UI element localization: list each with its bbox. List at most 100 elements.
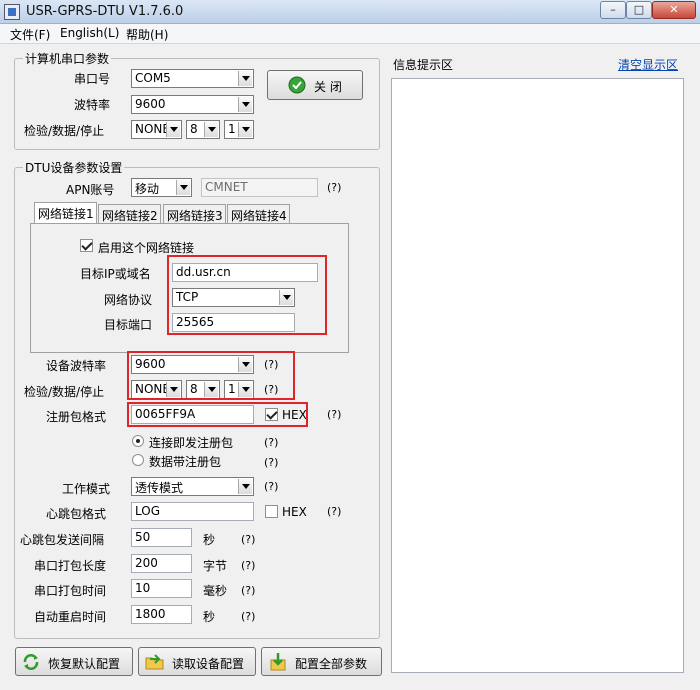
target-port-label: 目标端口 bbox=[104, 318, 153, 332]
baud-rate-select[interactable]: 9600 bbox=[131, 95, 254, 114]
chevron-down-icon bbox=[238, 122, 252, 137]
apn-help[interactable]: (?) bbox=[327, 181, 341, 194]
work-mode-value: 透传模式 bbox=[135, 481, 184, 495]
read-config-button[interactable]: 读取设备配置 bbox=[138, 647, 256, 676]
apn-value: 移动 bbox=[135, 182, 160, 196]
chevron-down-icon bbox=[204, 122, 218, 137]
serial-stopbits-value: 1 bbox=[228, 122, 236, 136]
check-circle-icon bbox=[288, 76, 306, 94]
pack-time-help[interactable]: (?) bbox=[241, 584, 255, 597]
apply-all-label: 配置全部参数 bbox=[295, 657, 368, 671]
device-check-label: 检验/数据/停止 bbox=[24, 385, 105, 399]
serial-port-select[interactable]: COM5 bbox=[131, 69, 254, 88]
tab-link-3[interactable]: 网络链接3 bbox=[163, 204, 226, 224]
register-pkg-label: 注册包格式 bbox=[46, 410, 107, 424]
menu-file[interactable]: 文件(F) bbox=[10, 26, 50, 43]
chevron-down-icon bbox=[176, 180, 190, 195]
title-bar: USR-GPRS-DTU V1.7.6.0 – □ ✕ bbox=[0, 0, 700, 24]
minimize-button[interactable]: – bbox=[600, 1, 626, 19]
apply-all-button[interactable]: 配置全部参数 bbox=[261, 647, 382, 676]
pack-length-unit: 字节 bbox=[203, 559, 228, 573]
restart-time-help[interactable]: (?) bbox=[241, 610, 255, 623]
chevron-down-icon bbox=[238, 97, 252, 112]
refresh-icon bbox=[23, 654, 39, 670]
tab-link-2[interactable]: 网络链接2 bbox=[98, 204, 161, 224]
highlight-box-device bbox=[127, 351, 295, 400]
dtu-params-legend: DTU设备参数设置 bbox=[25, 161, 123, 175]
baud-rate-value: 9600 bbox=[135, 97, 166, 111]
app-window: USR-GPRS-DTU V1.7.6.0 – □ ✕ 文件(F) Englis… bbox=[0, 0, 700, 690]
enable-link-checkbox[interactable] bbox=[80, 239, 93, 252]
folder-arrow-icon bbox=[145, 654, 164, 670]
enable-link-label: 启用这个网络链接 bbox=[98, 241, 195, 255]
chevron-down-icon bbox=[238, 71, 252, 86]
heartbeat-label: 心跳包格式 bbox=[46, 507, 107, 521]
app-icon bbox=[4, 4, 20, 20]
heartbeat-interval-label: 心跳包发送间隔 bbox=[20, 533, 105, 547]
highlight-box-register bbox=[127, 402, 308, 427]
serial-check-label: 检验/数据/停止 bbox=[24, 124, 105, 138]
restart-time-input[interactable]: 1800 bbox=[131, 605, 192, 624]
heartbeat-interval-input[interactable]: 50 bbox=[131, 528, 192, 547]
window-title: USR-GPRS-DTU V1.7.6.0 bbox=[26, 4, 184, 19]
register-with-data-help[interactable]: (?) bbox=[264, 456, 278, 469]
menu-help[interactable]: 帮助(H) bbox=[126, 26, 168, 43]
pack-length-input[interactable]: 200 bbox=[131, 554, 192, 573]
close-window-button[interactable]: ✕ bbox=[652, 1, 696, 19]
serial-port-value: COM5 bbox=[135, 71, 171, 85]
work-mode-help[interactable]: (?) bbox=[264, 480, 278, 493]
serial-databits-select[interactable]: 8 bbox=[186, 120, 220, 139]
baud-rate-label: 波特率 bbox=[74, 98, 111, 112]
restart-time-unit: 秒 bbox=[203, 610, 216, 624]
register-on-connect-radio[interactable] bbox=[132, 435, 144, 447]
apn-name-field[interactable]: CMNET bbox=[201, 178, 318, 197]
info-panel-title: 信息提示区 bbox=[393, 58, 454, 72]
device-baud-label: 设备波特率 bbox=[46, 359, 107, 373]
info-display-area[interactable] bbox=[391, 78, 684, 673]
register-with-data-radio[interactable] bbox=[132, 454, 144, 466]
close-port-button[interactable]: 关 闭 bbox=[267, 70, 363, 100]
menu-bar: 文件(F) English(L) 帮助(H) bbox=[0, 24, 700, 44]
heartbeat-help[interactable]: (?) bbox=[327, 505, 341, 518]
serial-databits-value: 8 bbox=[190, 122, 198, 136]
restore-defaults-button[interactable]: 恢复默认配置 bbox=[15, 647, 133, 676]
serial-parity-select[interactable]: NONE bbox=[131, 120, 182, 139]
heartbeat-interval-help[interactable]: (?) bbox=[241, 533, 255, 546]
chevron-down-icon bbox=[166, 122, 180, 137]
tab-link-1[interactable]: 网络链接1 bbox=[34, 202, 97, 224]
maximize-button[interactable]: □ bbox=[626, 1, 652, 19]
restart-time-label: 自动重启时间 bbox=[34, 610, 107, 624]
work-mode-label: 工作模式 bbox=[62, 482, 111, 496]
heartbeat-hex-label: HEX bbox=[282, 505, 307, 519]
register-with-data-label: 数据带注册包 bbox=[149, 455, 222, 469]
restore-defaults-label: 恢复默认配置 bbox=[48, 657, 121, 671]
clear-display-link[interactable]: 清空显示区 bbox=[618, 56, 678, 73]
register-on-connect-label: 连接即发注册包 bbox=[149, 436, 234, 450]
pack-time-unit: 毫秒 bbox=[203, 584, 228, 598]
heartbeat-input[interactable]: LOG bbox=[131, 502, 254, 521]
heartbeat-hex-checkbox[interactable] bbox=[265, 505, 278, 518]
serial-parity-value: NONE bbox=[135, 122, 170, 136]
tab-link-4[interactable]: 网络链接4 bbox=[227, 204, 290, 224]
serial-params-legend: 计算机串口参数 bbox=[25, 52, 110, 66]
read-config-label: 读取设备配置 bbox=[172, 657, 245, 671]
apn-label: APN账号 bbox=[66, 183, 115, 197]
serial-stopbits-select[interactable]: 1 bbox=[224, 120, 254, 139]
menu-language[interactable]: English(L) bbox=[60, 26, 119, 40]
pack-time-label: 串口打包时间 bbox=[34, 584, 107, 598]
highlight-box-network bbox=[167, 255, 327, 335]
register-pkg-help[interactable]: (?) bbox=[327, 408, 341, 421]
chevron-down-icon bbox=[238, 479, 252, 494]
heartbeat-interval-unit: 秒 bbox=[203, 533, 216, 547]
serial-port-label: 串口号 bbox=[74, 72, 111, 86]
protocol-label: 网络协议 bbox=[104, 293, 153, 307]
download-arrow-icon bbox=[270, 653, 286, 671]
target-ip-label: 目标IP或域名 bbox=[80, 267, 151, 281]
apn-select[interactable]: 移动 bbox=[131, 178, 192, 197]
pack-length-label: 串口打包长度 bbox=[34, 559, 107, 573]
pack-length-help[interactable]: (?) bbox=[241, 559, 255, 572]
pack-time-input[interactable]: 10 bbox=[131, 579, 192, 598]
close-port-label: 关 闭 bbox=[314, 80, 342, 94]
work-mode-select[interactable]: 透传模式 bbox=[131, 477, 254, 496]
register-on-connect-help[interactable]: (?) bbox=[264, 436, 278, 449]
